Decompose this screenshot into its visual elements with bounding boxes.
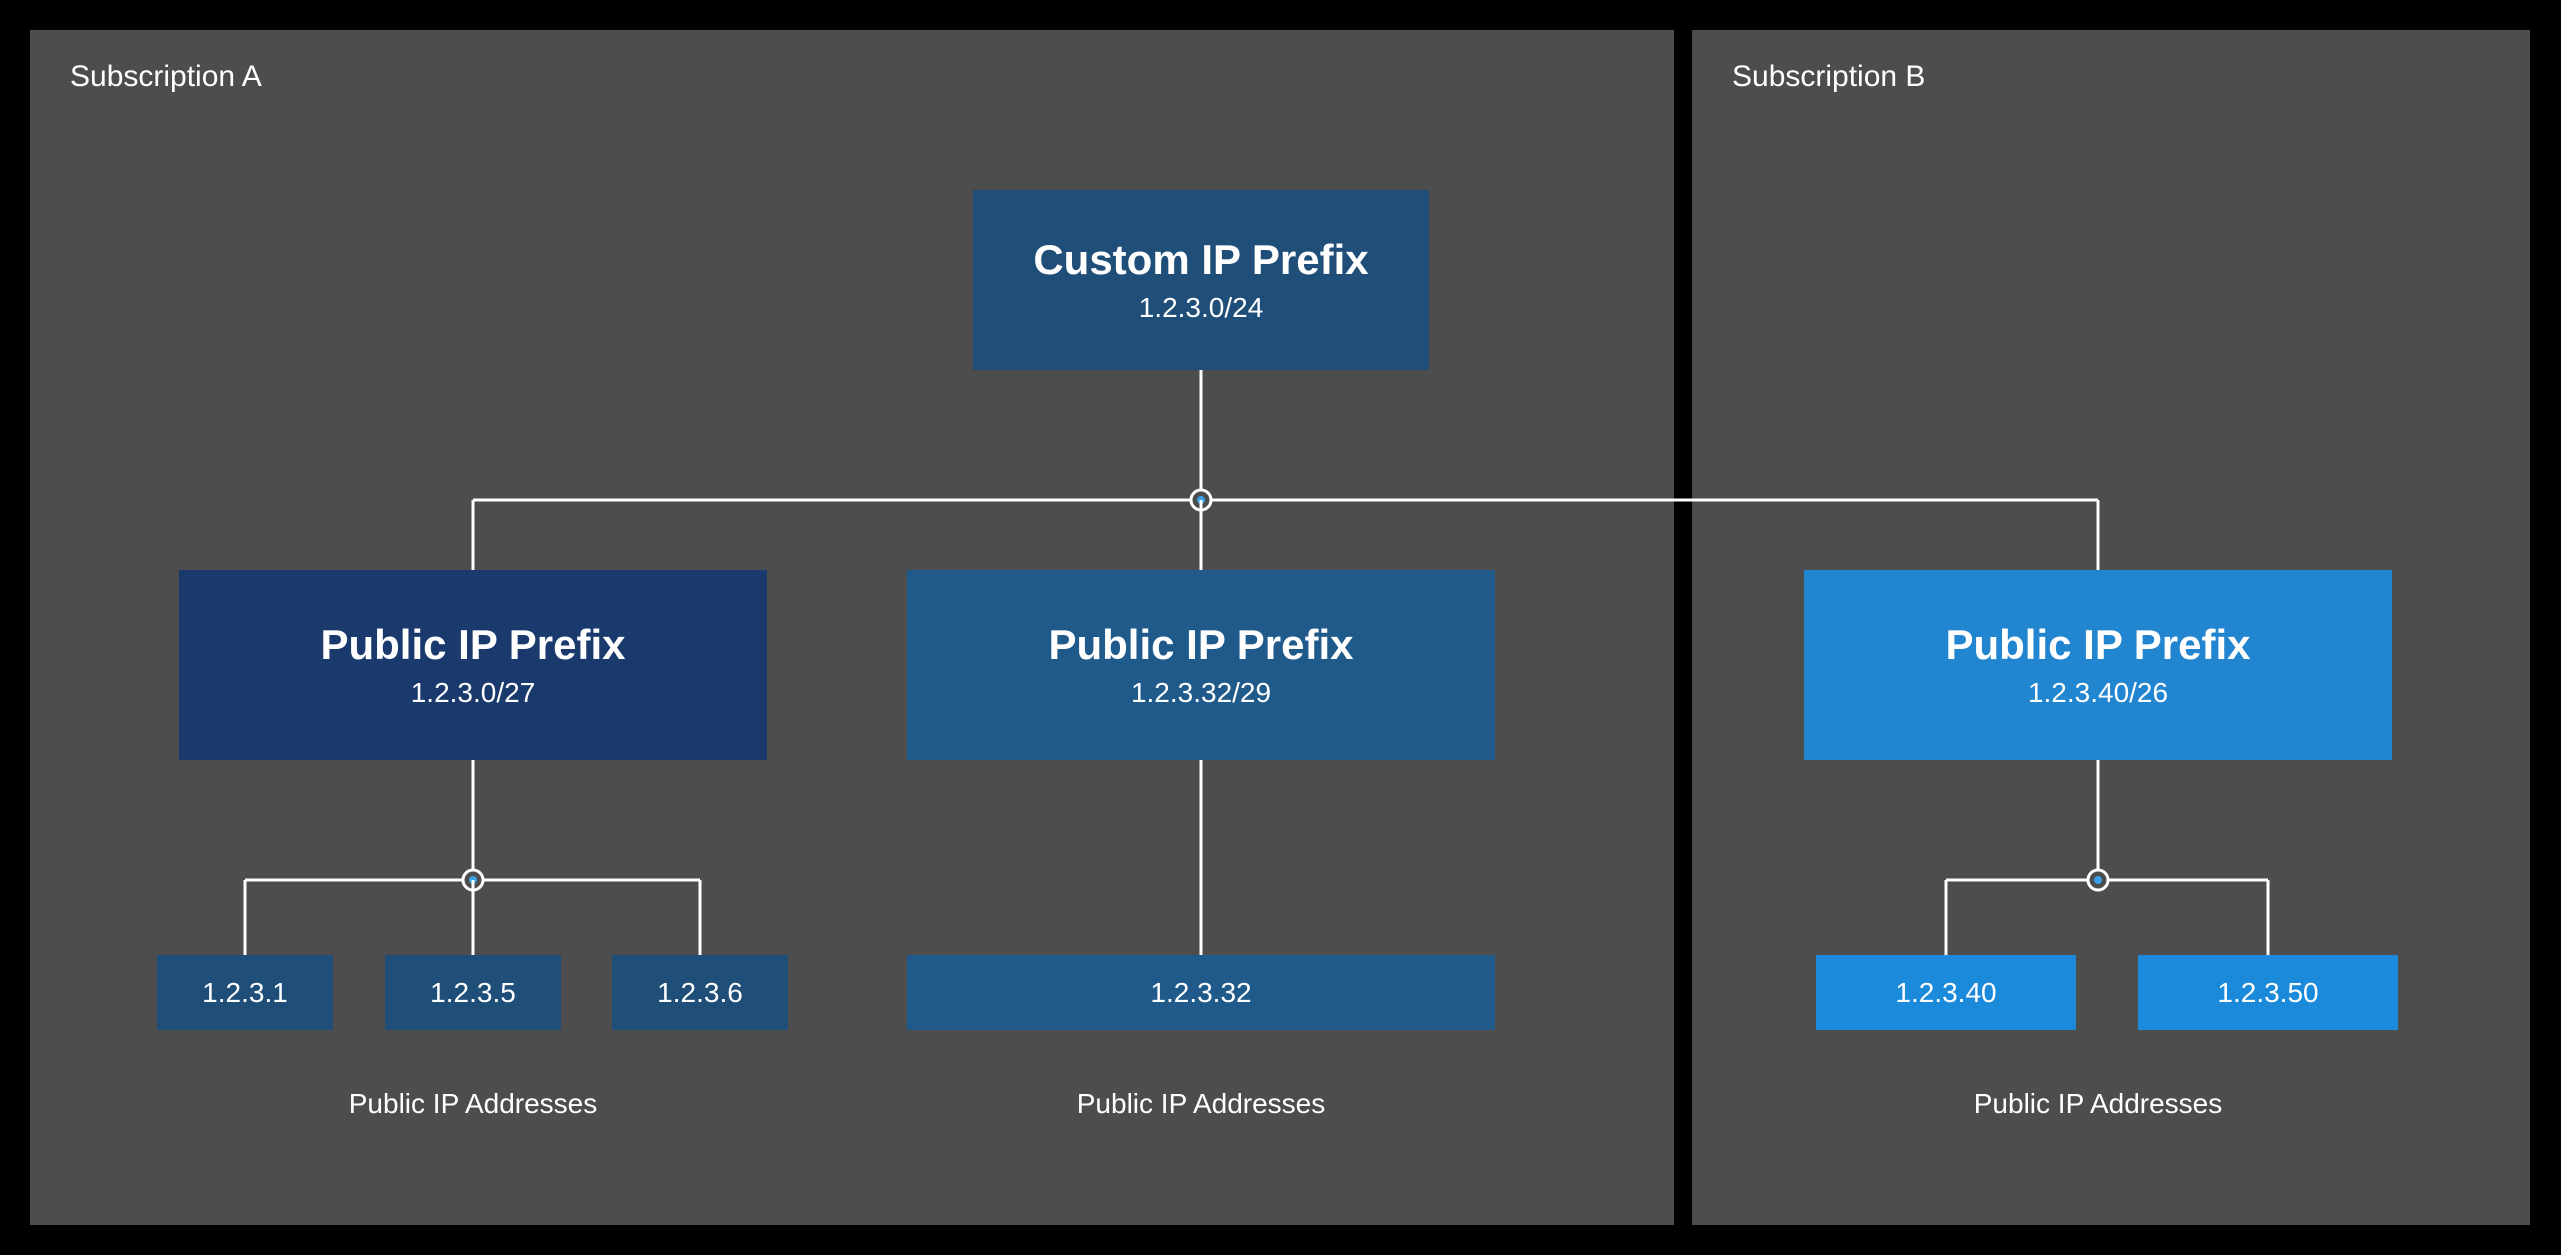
ip-address-box: 1.2.3.5: [385, 955, 561, 1030]
subscription-b-label: Subscription B: [1732, 60, 1925, 94]
ip-address-box: 1.2.3.6: [612, 955, 788, 1030]
ip-address-box: 1.2.3.40: [1816, 955, 2076, 1030]
public-ip-prefix-2-range: 1.2.3.32/29: [1131, 677, 1271, 709]
public-ip-prefix-3-title: Public IP Prefix: [1945, 621, 2250, 669]
ip-address-box: 1.2.3.32: [907, 955, 1495, 1030]
public-ip-prefix-3-box: Public IP Prefix 1.2.3.40/26: [1804, 570, 2392, 760]
public-ip-prefix-2-box: Public IP Prefix 1.2.3.32/29: [907, 570, 1495, 760]
public-ip-prefix-1-box: Public IP Prefix 1.2.3.0/27: [179, 570, 767, 760]
custom-ip-prefix-box: Custom IP Prefix 1.2.3.0/24: [973, 190, 1429, 370]
public-ip-prefix-1-range: 1.2.3.0/27: [411, 677, 536, 709]
ip-address-box: 1.2.3.1: [157, 955, 333, 1030]
addresses-label-1: Public IP Addresses: [349, 1088, 598, 1120]
public-ip-prefix-3-range: 1.2.3.40/26: [2028, 677, 2168, 709]
public-ip-prefix-1-title: Public IP Prefix: [320, 621, 625, 669]
subscription-a-label: Subscription A: [70, 60, 262, 94]
ip-address-box: 1.2.3.50: [2138, 955, 2398, 1030]
custom-ip-prefix-range: 1.2.3.0/24: [1139, 292, 1264, 324]
addresses-label-2: Public IP Addresses: [1077, 1088, 1326, 1120]
public-ip-prefix-2-title: Public IP Prefix: [1048, 621, 1353, 669]
custom-ip-prefix-title: Custom IP Prefix: [1033, 236, 1368, 284]
addresses-label-3: Public IP Addresses: [1974, 1088, 2223, 1120]
